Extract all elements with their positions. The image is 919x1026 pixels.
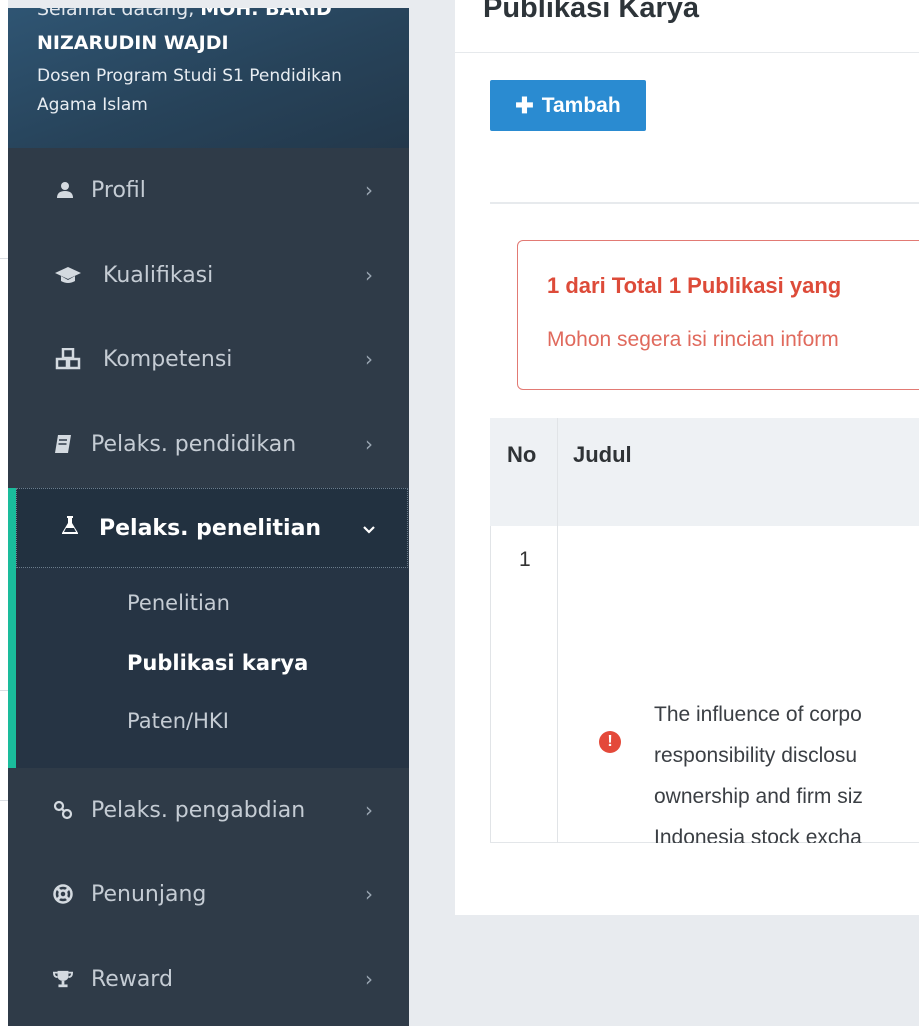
sidebar-item-label: Pelaks. pengabdian <box>91 797 306 823</box>
page-title: Publikasi Karya <box>483 0 699 24</box>
add-button[interactable]: ✚ Tambah <box>490 80 646 131</box>
user-role: Dosen Program Studi S1 Pendidikan Agama … <box>37 66 342 115</box>
incomplete-alert: 1 dari Total 1 Publikasi yang Mohon sege… <box>517 240 919 390</box>
sidebar-item-label: Pelaks. pendidikan <box>91 431 297 457</box>
greeting-name: MOH. BARID <box>200 8 332 20</box>
active-indicator <box>8 488 16 768</box>
add-button-label: Tambah <box>541 93 621 117</box>
sidebar-item-kompetensi[interactable]: Kompetensi › <box>8 319 409 399</box>
sidebar-item-kualifikasi[interactable]: Kualifikasi › <box>8 235 409 315</box>
table-row: 1 ! The influence of corpo responsibilit… <box>490 526 919 843</box>
chevron-right-icon: › <box>365 798 373 822</box>
section-divider <box>490 202 919 204</box>
cubes-icon <box>53 347 83 371</box>
column-header-judul[interactable]: Judul <box>573 442 632 468</box>
chevron-right-icon: › <box>365 347 373 371</box>
chevron-right-icon: › <box>365 967 373 991</box>
sidebar-item-label: Kualifikasi <box>103 262 214 288</box>
alert-title: 1 dari Total 1 Publikasi yang <box>547 273 842 298</box>
submenu-penelitian: Penelitian Publikasi karya Paten/HKI <box>16 568 409 768</box>
chevron-right-icon: › <box>365 263 373 287</box>
sidebar-item-reward[interactable]: Reward › <box>8 939 409 1019</box>
user-panel: Selamat datang, MOH. BARID NIZARUDIN WAJ… <box>8 8 409 148</box>
link-icon <box>53 798 73 822</box>
plus-icon: ✚ <box>515 92 534 118</box>
column-header-no: No <box>507 442 537 467</box>
chevron-right-icon: › <box>365 882 373 906</box>
sidebar-item-pelaks-penelitian[interactable]: Pelaks. penelitian <box>16 488 408 568</box>
sidebar-item-label: Reward <box>91 966 173 992</box>
sidebar-item-pelaks-pendidikan[interactable]: Pelaks. pendidikan › <box>8 404 409 484</box>
chevron-right-icon: › <box>365 178 373 202</box>
greeting: Selamat datang, MOH. BARID <box>37 8 332 20</box>
sidebar-item-label: Profil <box>91 177 146 203</box>
flask-icon <box>61 515 81 541</box>
table-header: No Judul <box>490 418 919 526</box>
row-number: 1 <box>519 548 531 571</box>
user-name: NIZARUDIN WAJDI <box>37 32 229 54</box>
sidebar-item-label: Penunjang <box>91 881 207 907</box>
sidebar: Selamat datang, MOH. BARID NIZARUDIN WAJ… <box>8 8 409 1026</box>
sidebar-item-penunjang[interactable]: Penunjang › <box>8 854 409 934</box>
sidebar-item-profil[interactable]: Profil › <box>8 150 409 230</box>
publication-title[interactable]: The influence of corpo responsibility di… <box>654 694 919 843</box>
user-icon <box>53 178 77 202</box>
table-border-left <box>490 526 491 842</box>
submenu-item-penelitian[interactable]: Penelitian <box>127 591 230 615</box>
submenu-item-paten-hki[interactable]: Paten/HKI <box>127 709 229 733</box>
publication-table: No Judul 1 ! The influence of corpo resp… <box>490 418 919 843</box>
graduation-cap-icon <box>53 263 83 287</box>
life-ring-icon <box>53 882 73 906</box>
alert-text: Mohon segera isi rincian inform <box>547 328 839 351</box>
book-icon <box>53 432 73 456</box>
chevron-right-icon: › <box>365 432 373 456</box>
page-edge <box>0 0 8 1026</box>
column-divider <box>557 418 558 843</box>
sidebar-item-pelaks-pengabdian[interactable]: Pelaks. pengabdian › <box>8 770 409 850</box>
trophy-icon <box>53 967 73 991</box>
submenu-item-publikasi-karya[interactable]: Publikasi karya <box>127 651 308 675</box>
title-divider <box>455 52 919 53</box>
exclamation-circle-icon: ! <box>599 731 621 753</box>
sidebar-item-label: Kompetensi <box>103 346 233 372</box>
chevron-down-icon <box>359 516 379 541</box>
sidebar-item-label: Pelaks. penelitian <box>99 515 322 541</box>
